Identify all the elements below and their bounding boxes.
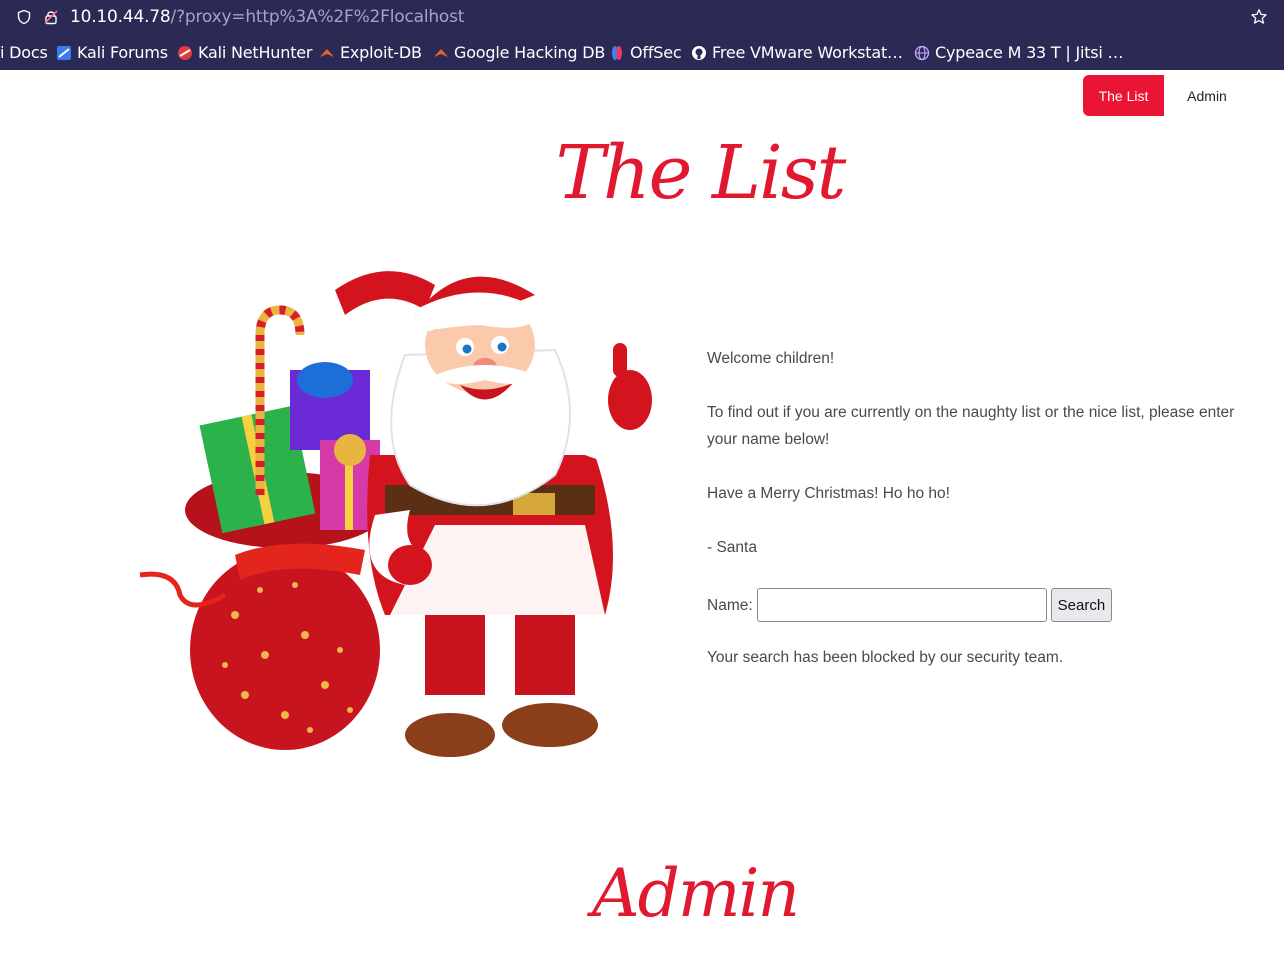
page-title: The List <box>555 130 847 216</box>
search-form: Name: Search <box>707 588 1252 622</box>
bookmark-offsec[interactable]: OffSec <box>609 43 682 62</box>
bookmark-kali-forums[interactable]: Kali Forums <box>56 43 168 62</box>
url-text[interactable]: 10.10.44.78/?proxy=http%3A%2F%2Flocalhos… <box>70 7 464 27</box>
bookmark-label: Kali Forums <box>77 43 168 62</box>
instructions-text: To find out if you are currently on the … <box>707 404 1235 448</box>
search-button[interactable]: Search <box>1050 588 1113 622</box>
bookmark-free-vmware[interactable]: Free VMware Workstat… <box>691 43 903 62</box>
admin-heading: Admin <box>591 855 800 932</box>
search-result-message: Your search has been blocked by our secu… <box>707 649 1064 666</box>
offsec-icon <box>612 45 622 60</box>
nav-admin[interactable]: Admin <box>1172 75 1242 116</box>
bookmark-label: Free VMware Workstat… <box>712 43 903 62</box>
nethunter-icon <box>178 45 192 60</box>
bookmark-label: OffSec <box>630 43 682 62</box>
bookmark-kali-nethunter[interactable]: Kali NetHunter <box>177 43 312 62</box>
greeting-text: Have a Merry Christmas! Ho ho ho! <box>707 485 950 502</box>
address-field[interactable]: 10.10.44.78/?proxy=http%3A%2F%2Flocalhos… <box>4 1 1272 32</box>
bookmark-jitsi[interactable]: Cypeace M 33 T | Jitsi … <box>914 43 1124 62</box>
github-icon <box>692 45 706 60</box>
browser-url-bar: 10.10.44.78/?proxy=http%3A%2F%2Flocalhos… <box>0 0 1284 34</box>
exploitdb-icon <box>320 48 334 57</box>
bookmark-label: i Docs <box>0 43 48 62</box>
santa-illustration <box>139 271 652 757</box>
kali-icon <box>57 45 71 60</box>
nav-the-list[interactable]: The List <box>1083 75 1164 116</box>
welcome-text: Welcome children! <box>707 350 835 367</box>
bookmark-exploit-db[interactable]: Exploit-DB <box>319 43 422 62</box>
exploitdb-icon <box>434 48 448 57</box>
signature-text: - Santa <box>707 539 757 556</box>
shield-icon[interactable] <box>16 9 32 25</box>
bookmark-label: Kali NetHunter <box>198 43 313 62</box>
star-icon[interactable] <box>1250 8 1268 26</box>
url-path: /?proxy=http%3A%2F%2Flocalhost <box>170 7 465 27</box>
bookmark-label: Cypeace M 33 T | Jitsi … <box>935 43 1124 62</box>
bookmark-docs[interactable]: i Docs <box>0 43 48 62</box>
globe-icon <box>914 45 930 60</box>
name-label: Name: <box>707 596 753 614</box>
intro-section: Welcome children! To find out if you are… <box>707 345 1252 671</box>
name-input[interactable] <box>756 588 1047 622</box>
url-host: 10.10.44.78 <box>70 7 171 27</box>
lock-icon[interactable] <box>43 9 59 25</box>
bookmark-label: Google Hacking DB <box>454 43 606 62</box>
bookmarks-toolbar: i Docs Kali Forums Kali NetHunter Exploi… <box>0 34 1284 70</box>
bookmark-label: Exploit-DB <box>340 43 422 62</box>
bookmark-google-hacking-db[interactable]: Google Hacking DB <box>433 43 605 62</box>
